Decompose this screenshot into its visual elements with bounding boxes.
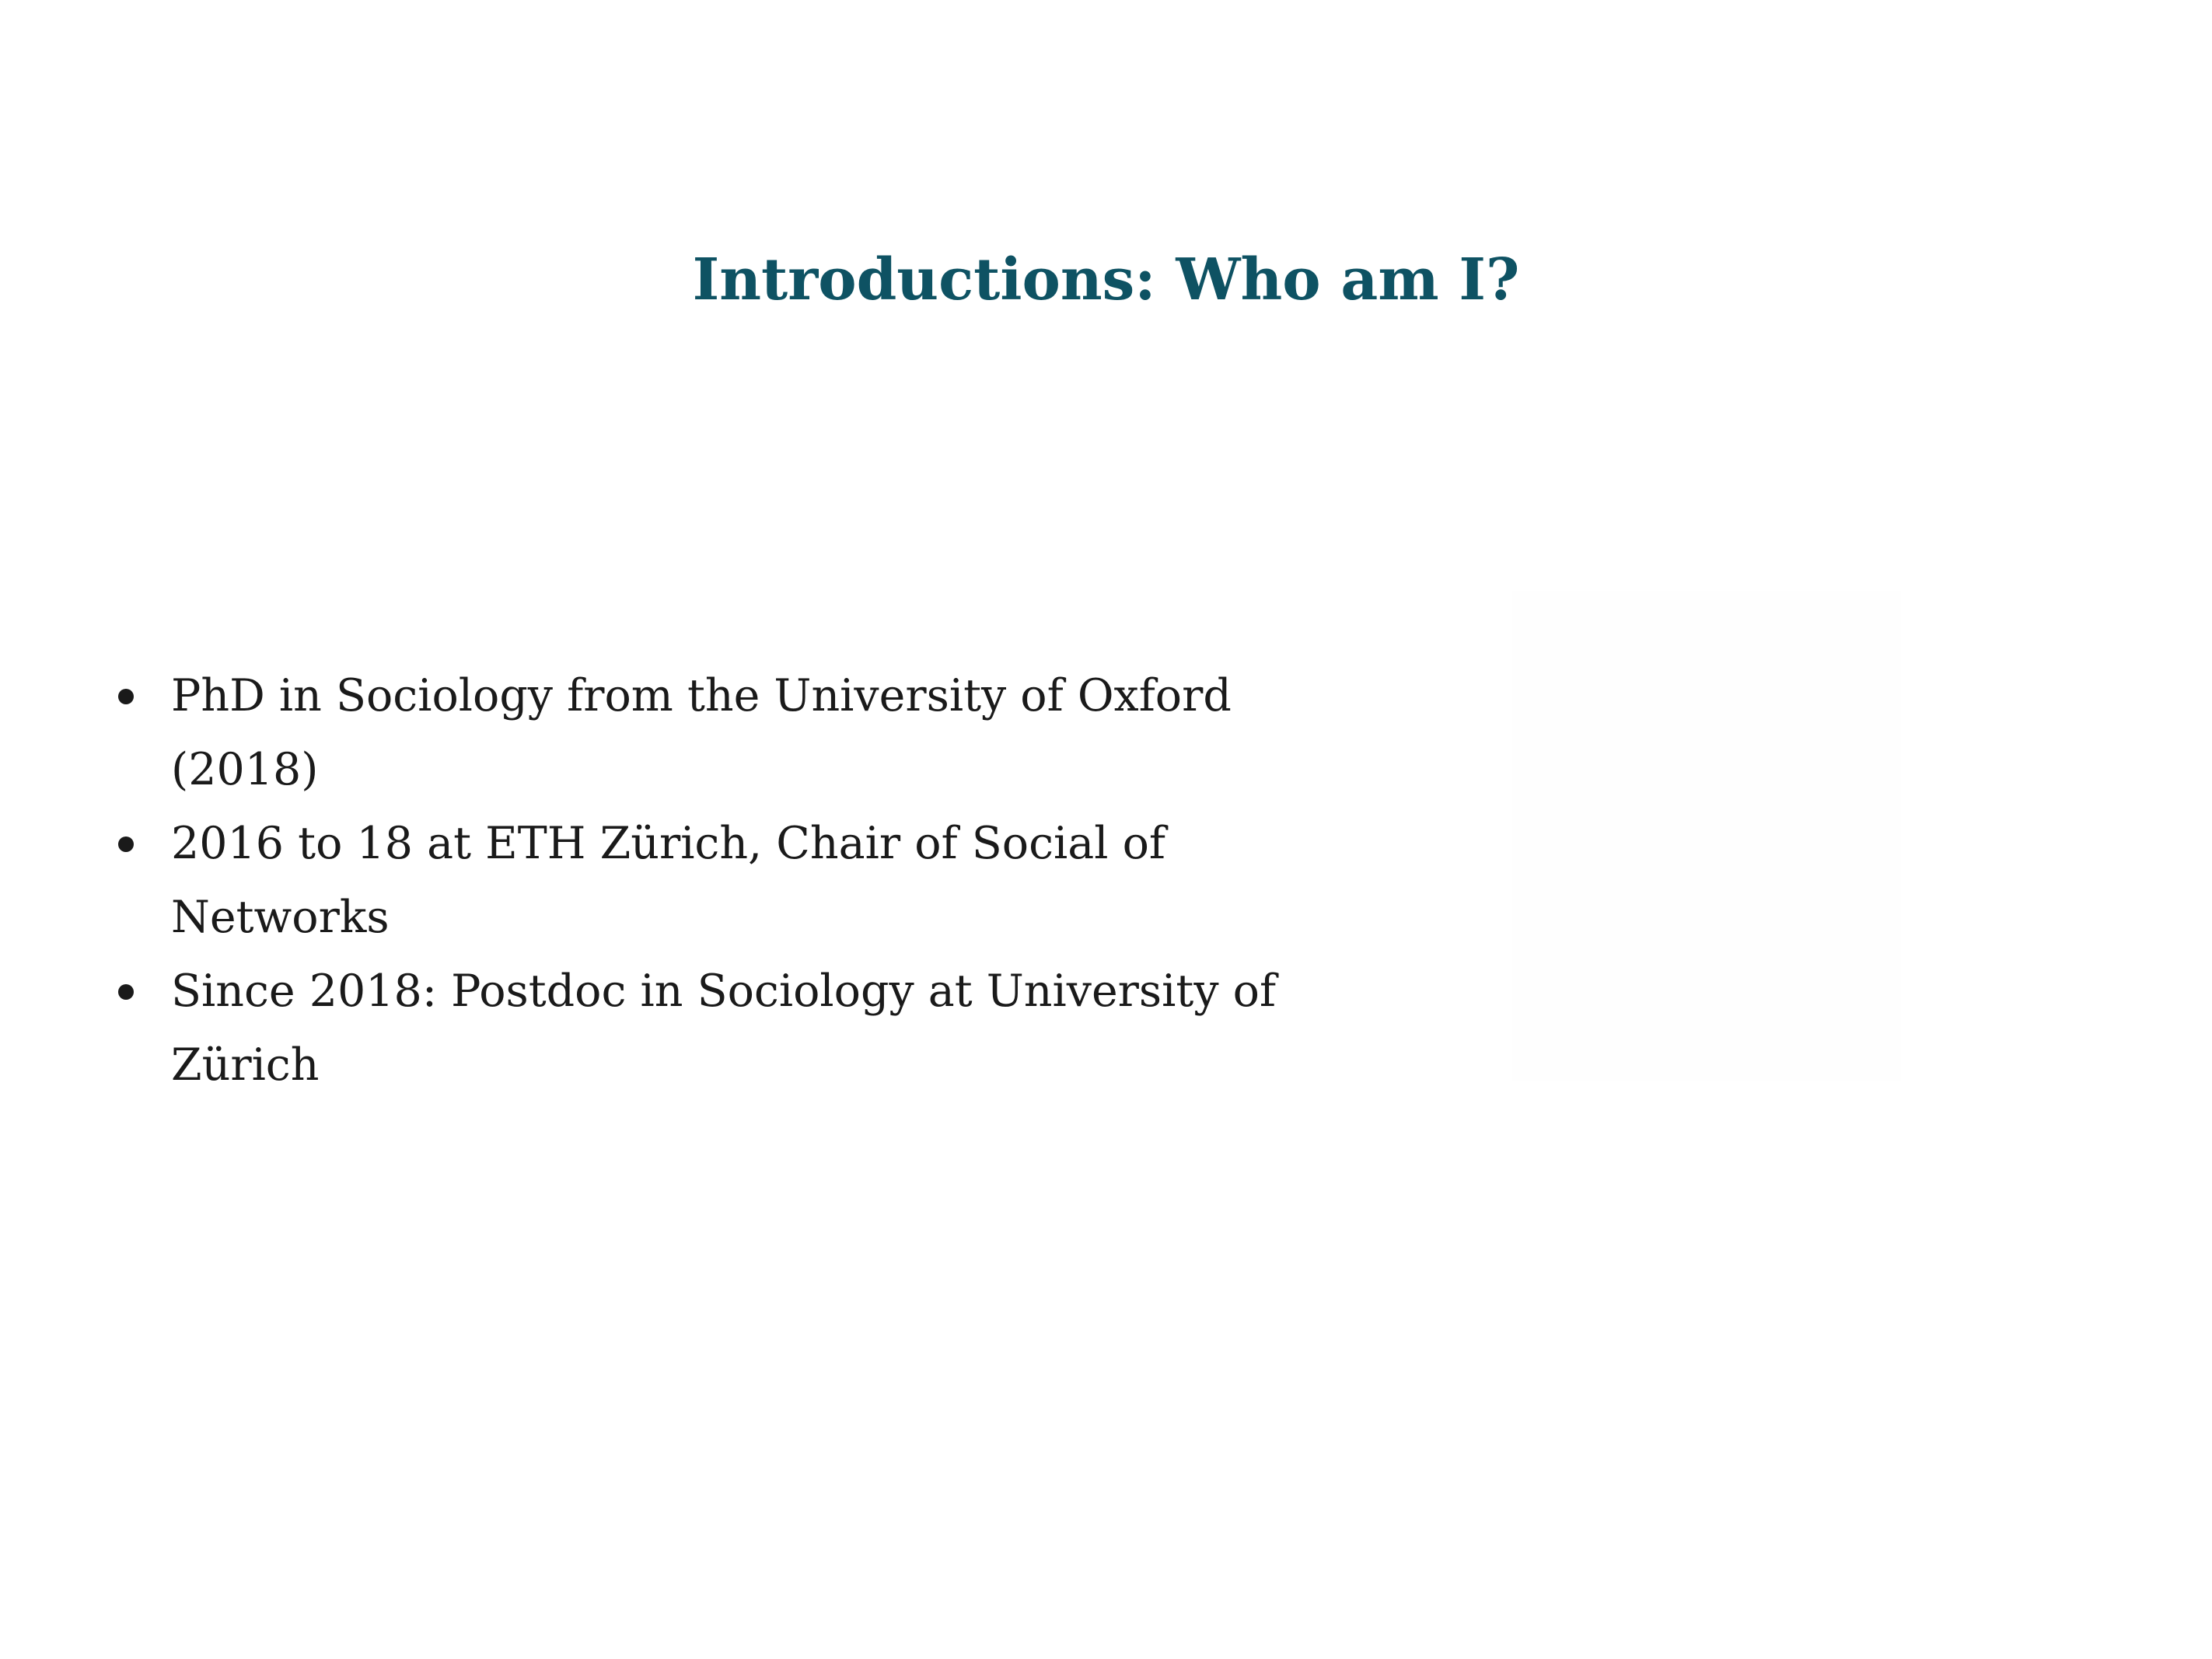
bullet-text-line: Since 2018: Postdoc in Sociology at Univ… (171, 966, 1277, 1017)
bullet-item-phd: PhD in Sociology from the University of … (110, 659, 1354, 807)
bullet-text-line: (2018) (171, 744, 319, 795)
bullet-list: PhD in Sociology from the University of … (110, 659, 1354, 1102)
slide: Introductions: Who am I? PhD in Sociolog… (0, 0, 2212, 1659)
bullet-dot-icon (118, 984, 134, 1000)
bullet-dot-icon (118, 689, 134, 704)
bullet-text-line: Zürich (171, 1039, 320, 1091)
bullet-text-line: PhD in Sociology from the University of … (171, 670, 1232, 721)
bullet-text-line: 2016 to 18 at ETH Zürich, Chair of Socia… (171, 818, 1165, 943)
bullet-dot-icon (118, 836, 134, 852)
bullet-item-postdoc: Since 2018: Postdoc in Sociology at Univ… (110, 955, 1354, 1102)
bullet-item-eth: 2016 to 18 at ETH Zürich, Chair of Socia… (110, 807, 1354, 955)
slide-title: Introductions: Who am I? (692, 246, 1520, 313)
photo-placeholder (1512, 591, 1901, 1081)
